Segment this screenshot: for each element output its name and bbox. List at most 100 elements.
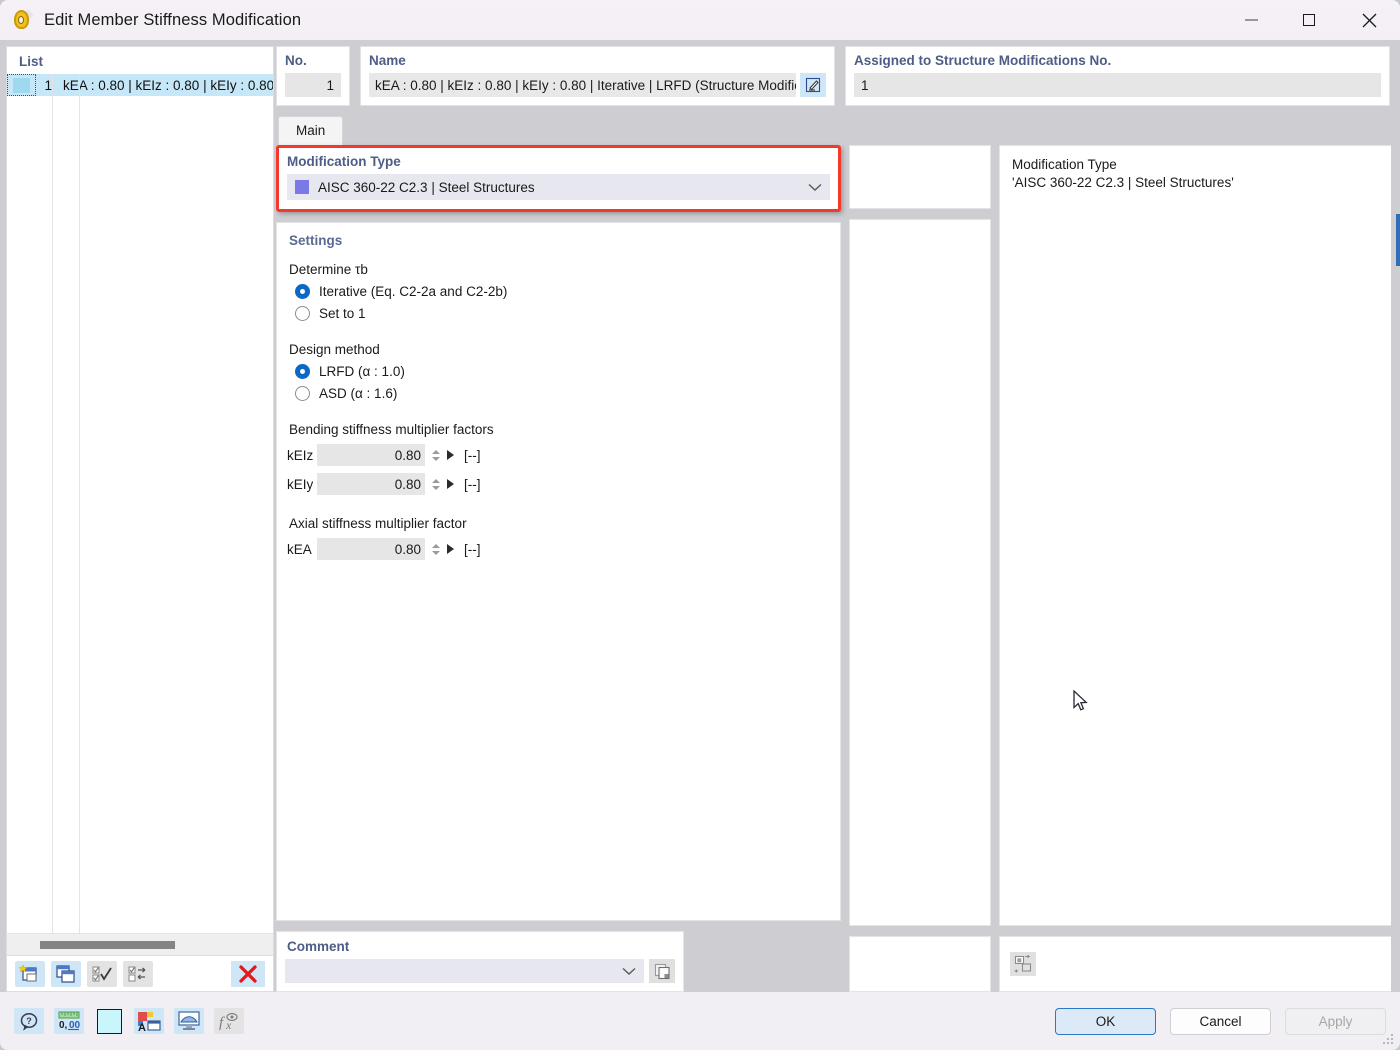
radio-lrfd[interactable]: LRFD (α : 1.0) <box>295 364 830 379</box>
scrollbar-thumb[interactable] <box>1396 214 1400 266</box>
new-item-icon[interactable] <box>15 960 45 987</box>
axial-stiffness-label: Axial stiffness multiplier factor <box>289 516 467 531</box>
name-input[interactable]: kEA : 0.80 | kEIz : 0.80 | kEIy : 0.80 |… <box>369 73 796 97</box>
list-item-swatch-cell[interactable] <box>7 74 36 96</box>
maximize-button[interactable] <box>1280 0 1338 40</box>
info-bottom-panel <box>999 936 1392 992</box>
settings-column: Modification Type AISC 360-22 C2.3 | Ste… <box>276 145 841 992</box>
kEIy-unit: [--] <box>464 476 481 492</box>
maximize-icon <box>1303 14 1315 26</box>
scrollbar-thumb[interactable] <box>40 940 175 949</box>
window-title: Edit Member Stiffness Modification <box>44 10 302 29</box>
right-scrollbar[interactable] <box>1391 84 1400 992</box>
modification-type-label: Modification Type <box>287 154 401 169</box>
kEA-input[interactable]: 0.80 <box>317 538 425 560</box>
close-button[interactable] <box>1338 0 1400 40</box>
minimize-button[interactable] <box>1222 0 1280 40</box>
tab-content: Modification Type AISC 360-22 C2.3 | Ste… <box>276 145 1392 992</box>
kEA-label: kEA <box>287 541 312 557</box>
list-toolbar <box>6 956 274 992</box>
ok-button[interactable]: OK <box>1055 1007 1156 1035</box>
radio-button-icon <box>295 306 310 321</box>
number-input[interactable]: 1 <box>285 73 341 97</box>
invert-selection-icon[interactable] <box>123 960 153 987</box>
radio-button-icon <box>295 386 310 401</box>
arrow-down-icon <box>432 456 440 461</box>
kEIz-input[interactable]: 0.80 <box>317 444 425 466</box>
field-kEA: kEA 0.80 [--] <box>287 538 830 560</box>
number-label: No. <box>285 53 307 68</box>
mouse-cursor <box>1073 690 1088 711</box>
comment-copy-button[interactable] <box>649 959 675 983</box>
formula-icon[interactable]: f x <box>214 1008 244 1034</box>
color-swatch-icon[interactable] <box>94 1008 124 1034</box>
resize-grip[interactable] <box>1383 1034 1395 1046</box>
kEIy-stepper[interactable] <box>429 474 443 494</box>
kEA-expand-icon[interactable] <box>447 544 454 554</box>
tab-main[interactable]: Main <box>278 116 344 145</box>
list-horizontal-scrollbar[interactable] <box>7 933 273 955</box>
edit-name-button[interactable] <box>800 73 826 97</box>
view-icon[interactable] <box>174 1008 204 1034</box>
radio-asd[interactable]: ASD (α : 1.6) <box>295 386 830 401</box>
svg-text:A: A <box>138 1022 146 1032</box>
radio-set-to-1[interactable]: Set to 1 <box>295 306 830 321</box>
dialog-body: List 1 kEA : 0.80 | kEIz : 0.80 | kEIy :… <box>0 40 1400 992</box>
kEIy-expand-icon[interactable] <box>447 479 454 489</box>
middle-top-panel <box>849 145 991 209</box>
copy-item-icon[interactable] <box>51 960 81 987</box>
arrow-down-icon <box>432 550 440 555</box>
list-body: 1 kEA : 0.80 | kEIz : 0.80 | kEIy : 0.80… <box>7 74 273 933</box>
units-icon[interactable]: 0, 00 <box>54 1008 84 1034</box>
svg-text:f: f <box>219 1015 225 1031</box>
modification-type-group: Modification Type AISC 360-22 C2.3 | Ste… <box>276 145 841 212</box>
middle-column <box>841 145 991 992</box>
select-all-icon[interactable] <box>87 960 117 987</box>
info-column: Modification Type 'AISC 360-22 C2.3 | St… <box>991 145 1392 992</box>
list-item-label: kEA : 0.80 | kEIz : 0.80 | kEIy : 0.80 |… <box>62 77 273 93</box>
radio-set-to-1-label: Set to 1 <box>319 306 366 321</box>
delete-icon[interactable] <box>231 960 265 987</box>
kEIz-expand-icon[interactable] <box>447 450 454 460</box>
kEIy-input[interactable]: 0.80 <box>317 473 425 495</box>
kEIz-stepper[interactable] <box>429 445 443 465</box>
middle-main-panel <box>849 219 991 926</box>
color-swatch-icon <box>12 77 30 93</box>
arrow-up-icon <box>432 478 440 483</box>
svg-text:0,: 0, <box>59 1020 68 1031</box>
help-icon[interactable]: ? <box>14 1008 44 1034</box>
comment-row: Comment <box>276 931 841 992</box>
name-label: Name <box>369 53 406 68</box>
radio-button-icon <box>295 284 310 299</box>
assigned-input[interactable]: 1 <box>854 73 1381 97</box>
arrow-up-icon <box>432 449 440 454</box>
middle-bottom-panel <box>849 936 991 992</box>
list-panel: List 1 kEA : 0.80 | kEIz : 0.80 | kEIy :… <box>6 46 274 956</box>
chevron-down-icon <box>808 183 822 191</box>
title-bar: Edit Member Stiffness Modification <box>0 0 1400 40</box>
display-properties-icon[interactable]: A <box>134 1008 164 1034</box>
close-icon <box>1362 13 1376 27</box>
cancel-button[interactable]: Cancel <box>1170 1007 1271 1035</box>
lock-key-icon <box>12 9 34 31</box>
number-field-group: No. 1 <box>276 46 350 106</box>
kEA-unit: [--] <box>464 541 481 557</box>
radio-iterative[interactable]: Iterative (Eq. C2-2a and C2-2b) <box>295 284 830 299</box>
status-icon-group: ? 0, 00 A f x <box>14 1008 244 1034</box>
comment-group: Comment <box>276 931 684 992</box>
main-column: No. 1 Name kEA : 0.80 | kEIz : 0.80 | kE… <box>274 40 1400 992</box>
modification-type-dropdown[interactable]: AISC 360-22 C2.3 | Steel Structures <box>287 174 830 200</box>
modification-color-swatch-icon <box>295 180 309 194</box>
bending-stiffness-label: Bending stiffness multiplier factors <box>289 422 494 437</box>
determine-tb-label: Determine τb <box>289 262 368 277</box>
radio-lrfd-label: LRFD (α : 1.0) <box>319 364 405 379</box>
arrow-up-icon <box>432 543 440 548</box>
comment-input[interactable] <box>285 959 644 983</box>
radio-iterative-label: Iterative (Eq. C2-2a and C2-2b) <box>319 284 508 299</box>
kEA-stepper[interactable] <box>429 539 443 559</box>
object-info-button[interactable] <box>1010 952 1036 976</box>
chevron-down-icon <box>622 967 636 975</box>
list-item[interactable]: 1 kEA : 0.80 | kEIz : 0.80 | kEIy : 0.80… <box>7 74 273 96</box>
info-line-1: Modification Type <box>1012 157 1117 172</box>
modification-type-value: AISC 360-22 C2.3 | Steel Structures <box>318 179 535 195</box>
